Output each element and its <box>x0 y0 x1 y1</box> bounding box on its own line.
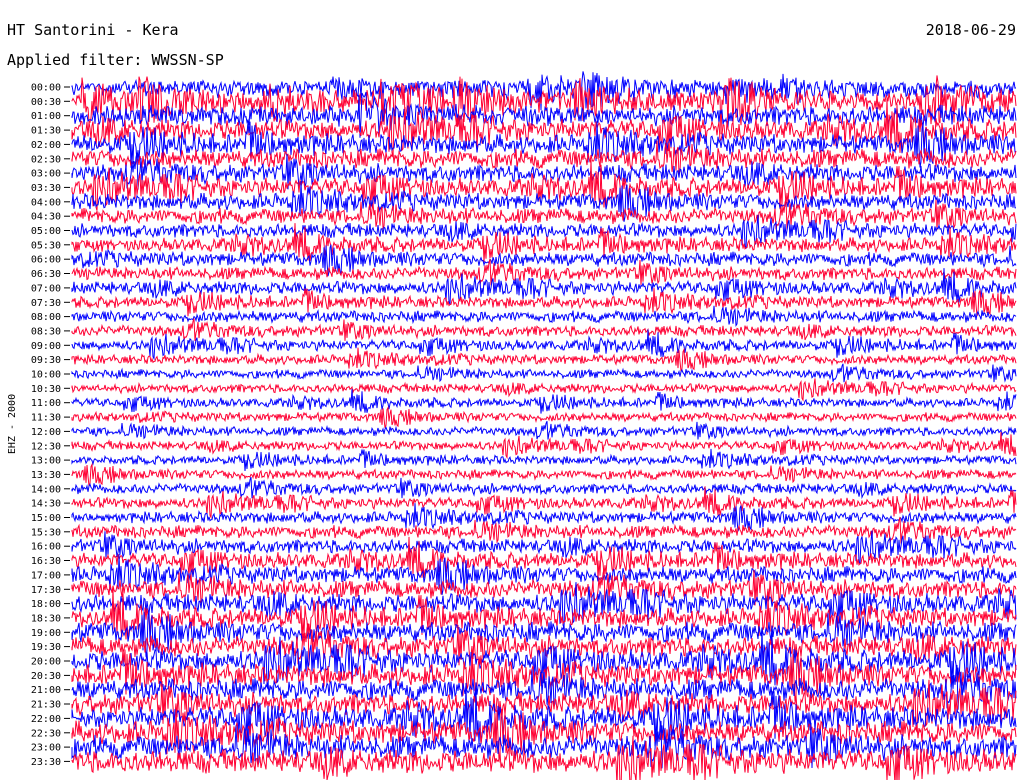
time-tick-label: 13:30 <box>31 470 61 481</box>
time-tick-label: 09:30 <box>31 355 61 366</box>
time-tick-label: 01:30 <box>31 126 61 137</box>
trace-row-1400 <box>71 477 1017 500</box>
time-tick-label: 16:00 <box>31 542 61 553</box>
time-tick-label: 06:00 <box>31 255 61 266</box>
time-tick-label: 22:30 <box>31 728 61 739</box>
time-tick-label: 05:30 <box>31 240 61 251</box>
time-tick-label: 21:00 <box>31 685 61 696</box>
time-tick-label: 00:30 <box>31 97 61 108</box>
trace-row-0830 <box>71 318 1017 342</box>
time-tick-label: 17:00 <box>31 570 61 581</box>
trace-row-1100 <box>71 388 1017 414</box>
trace-row-1030 <box>71 378 1017 402</box>
time-tick-label: 11:30 <box>31 413 61 424</box>
time-tick-label: 21:30 <box>31 700 61 711</box>
time-tick-label: 20:00 <box>31 657 61 668</box>
time-tick-label: 05:00 <box>31 226 61 237</box>
time-tick-label: 12:00 <box>31 427 61 438</box>
trace-row-1200 <box>71 421 1017 441</box>
trace-row-1330 <box>71 462 1017 487</box>
time-tick-label: 00:00 <box>31 83 61 94</box>
time-tick-label: 15:30 <box>31 527 61 538</box>
trace-row-1130 <box>71 406 1017 428</box>
time-tick-label: 01:00 <box>31 111 61 122</box>
time-tick-label: 15:00 <box>31 513 61 524</box>
time-tick-label: 10:00 <box>31 370 61 381</box>
time-tick-label: 19:30 <box>31 642 61 653</box>
time-tick-label: 19:00 <box>31 628 61 639</box>
time-tick-label: 02:30 <box>31 154 61 165</box>
time-tick-label: 20:30 <box>31 671 61 682</box>
time-tick-label: 04:00 <box>31 197 61 208</box>
trace-row-0600 <box>71 244 1017 277</box>
tick-label-layer: 00:00 00:30 01:00 01:30 02:00 02:30 03:00 03:30… <box>31 83 70 768</box>
time-tick-label: 04:30 <box>31 212 61 223</box>
time-tick-label: 14:30 <box>31 499 61 510</box>
time-tick-label: 08:00 <box>31 312 61 323</box>
time-tick-label: 07:30 <box>31 298 61 309</box>
time-tick-label: 02:00 <box>31 140 61 151</box>
time-tick-label: 09:00 <box>31 341 61 352</box>
time-tick-label: 23:00 <box>31 743 61 754</box>
time-tick-label: 22:00 <box>31 714 61 725</box>
time-tick-label: 03:30 <box>31 183 61 194</box>
trace-row-1230 <box>71 431 1017 460</box>
trace-row-1000 <box>71 363 1017 383</box>
time-tick-label: 06:30 <box>31 269 61 280</box>
time-tick-label: 13:00 <box>31 456 61 467</box>
trace-row-0900 <box>71 329 1017 361</box>
time-tick-label: 07:00 <box>31 283 61 294</box>
trace-row-1530 <box>71 517 1017 544</box>
trace-row-0930 <box>71 347 1017 372</box>
time-tick-label: 11:00 <box>31 398 61 409</box>
time-tick-label: 18:30 <box>31 613 61 624</box>
trace-layer <box>71 71 1017 780</box>
time-tick-label: 03:00 <box>31 169 61 180</box>
time-tick-label: 08:30 <box>31 326 61 337</box>
time-tick-label: 14:00 <box>31 484 61 495</box>
helicorder-plot: 00:00 00:30 01:00 01:30 02:00 02:30 03:00 03:30… <box>31 71 1017 780</box>
time-tick-label: 16:30 <box>31 556 61 567</box>
trace-row-0630 <box>71 258 1017 286</box>
time-tick-label: 10:30 <box>31 384 61 395</box>
time-tick-label: 17:30 <box>31 585 61 596</box>
time-tick-label: 12:30 <box>31 441 61 452</box>
time-tick-label: 18:00 <box>31 599 61 610</box>
time-tick-label: 23:30 <box>31 757 61 768</box>
